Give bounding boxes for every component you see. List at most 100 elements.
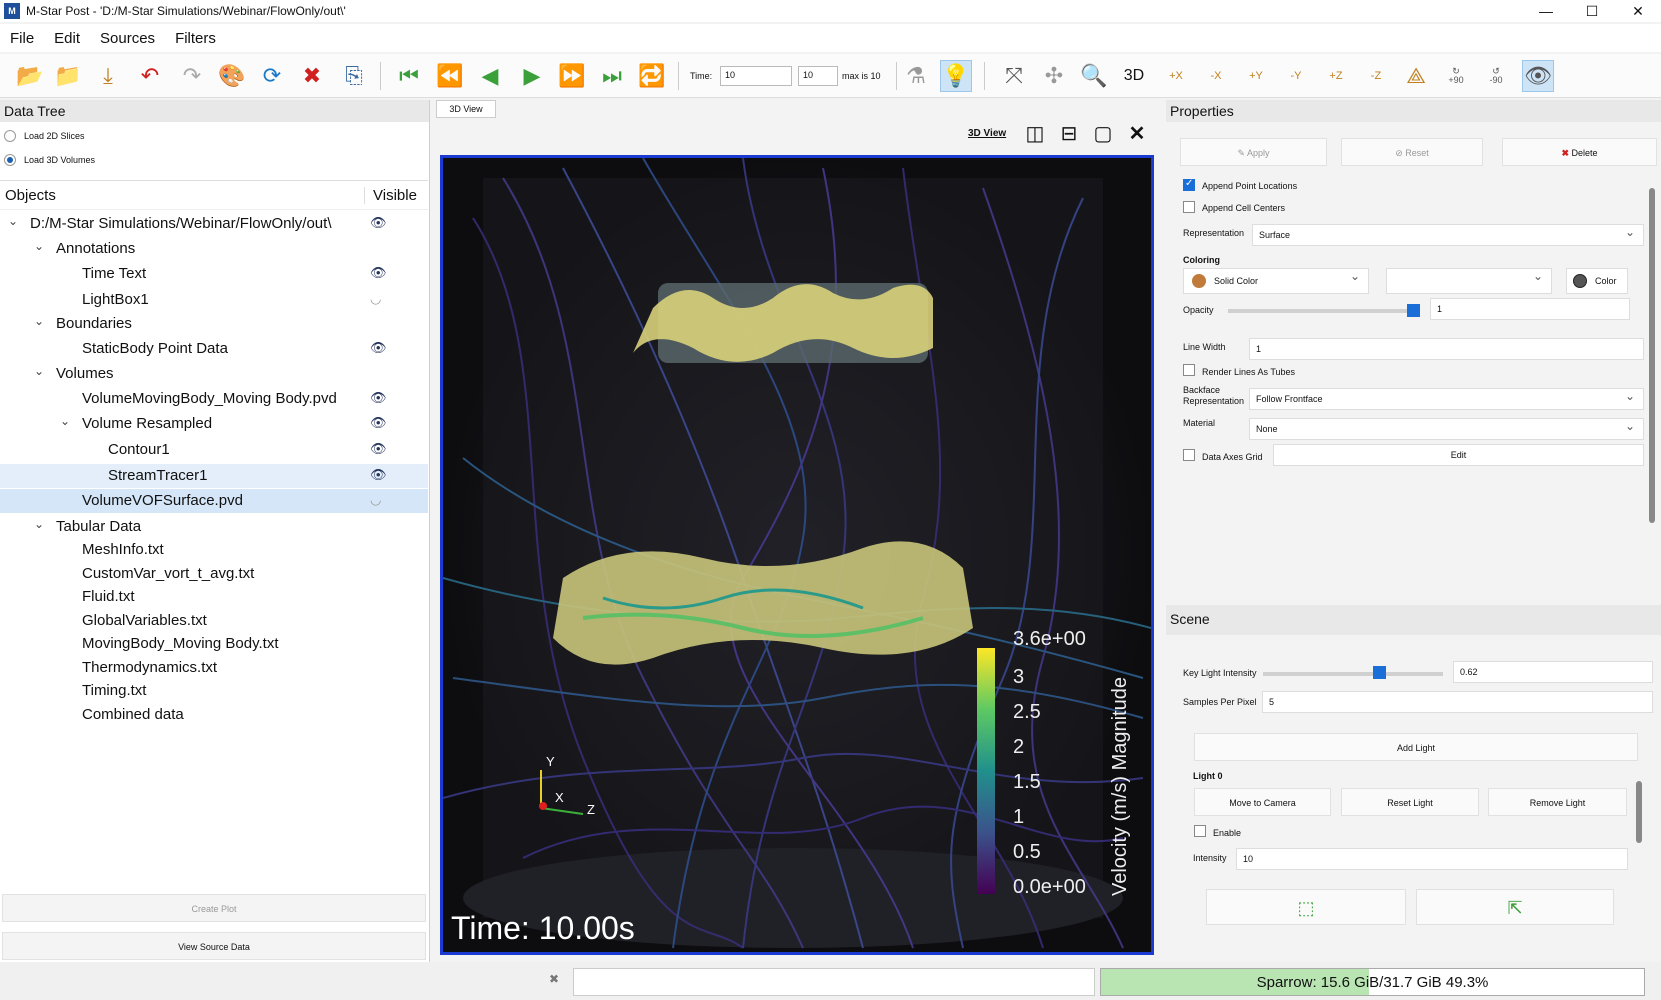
reset-light-button[interactable]: Reset Light [1341,788,1479,816]
opacity-slider-handle[interactable] [1407,304,1420,317]
tree-item-streamtracer[interactable]: StreamTracer1 👁 [0,464,428,488]
chevron-down-icon[interactable]: ⌄ [34,314,44,328]
refresh-icon[interactable]: ⟳ [256,60,288,92]
coloring-array-select[interactable] [1386,268,1552,294]
chevron-down-icon[interactable]: ⌄ [34,517,44,531]
properties-scrollbar[interactable] [1649,188,1655,523]
tree-item-meshinfo[interactable]: MeshInfo.txt [0,538,428,562]
menu-sources[interactable]: Sources [90,30,165,47]
reset-button[interactable]: ⊘ Reset [1341,138,1483,166]
chevron-down-icon[interactable]: ⌄ [60,414,70,428]
samples-per-pixel-input[interactable]: 5 [1262,691,1653,713]
time-input[interactable]: 10 [720,66,792,86]
menu-file[interactable]: File [0,30,44,47]
rotate-plus-90-button[interactable]: ↻ +90 [1440,60,1472,92]
opacity-input[interactable]: 1 [1430,298,1630,320]
load-2d-radio[interactable]: Load 2D Slices [0,124,429,148]
material-select[interactable]: None [1249,418,1644,440]
rotate-minus-90-button[interactable]: ↺ -90 [1480,60,1512,92]
loop-icon[interactable]: 🔁 [636,60,668,92]
view-source-data-button[interactable]: View Source Data [2,932,426,960]
eye-icon[interactable]: 👁 [370,441,387,457]
eye-icon[interactable]: 👁 [370,415,387,431]
view-minus-y-button[interactable]: -Y [1280,60,1312,92]
export-icon[interactable]: ⎘ [338,60,370,92]
edit-button[interactable]: Edit [1273,444,1644,466]
add-light-button[interactable]: Add Light [1194,733,1638,761]
isometric-icon[interactable]: ⟁ [1400,60,1432,92]
tab-3d-view[interactable]: 3D View [436,100,496,118]
select-cursor-icon[interactable]: ⬚ [1206,889,1406,925]
download-icon[interactable]: ⤓ [92,60,124,92]
chevron-down-icon[interactable]: ⌄ [34,239,44,253]
tree-item-volume-resampled[interactable]: ⌄ Volume Resampled 👁 [0,412,428,436]
tree-item-root[interactable]: ⌄ D:/M-Star Simulations/Webinar/FlowOnly… [0,212,428,236]
remove-light-button[interactable]: Remove Light [1488,788,1627,816]
fit-view-icon[interactable]: ⤧ [998,60,1030,92]
view-plus-x-button[interactable]: +X [1160,60,1192,92]
play-backward-icon[interactable]: ◀ [474,60,506,92]
key-light-input[interactable]: 0.62 [1453,661,1653,683]
backface-select[interactable]: Follow Frontface [1249,388,1644,410]
eye-icon[interactable]: 👁 [370,467,387,483]
first-frame-icon[interactable]: ⏮ [393,60,425,92]
menu-edit[interactable]: Edit [44,30,90,47]
coloring-select[interactable]: Solid Color [1183,268,1369,294]
eye-icon[interactable]: 👁 [370,265,387,281]
tree-item-time-text[interactable]: Time Text 👁 [0,262,428,286]
view-plus-z-button[interactable]: +Z [1320,60,1352,92]
undo-icon[interactable]: ↶ [134,60,166,92]
render-tubes-checkbox[interactable] [1183,364,1195,376]
create-plot-button[interactable]: Create Plot [2,894,426,922]
tree-item-staticbody[interactable]: StaticBody Point Data 👁 [0,337,428,361]
scene-scrollbar[interactable] [1636,781,1642,843]
color-button[interactable]: Color [1566,268,1628,294]
eye-closed-icon[interactable]: ◡ [370,492,381,508]
tree-item-combined[interactable]: Combined data [0,703,428,727]
key-light-slider[interactable] [1263,672,1443,676]
tree-item-timing[interactable]: Timing.txt [0,679,428,703]
tree-item-thermodynamics[interactable]: Thermodynamics.txt [0,656,428,680]
tree-item-contour[interactable]: Contour1 👁 [0,438,428,462]
step-back-icon[interactable]: ⏪ [434,60,466,92]
render-viewport[interactable]: 3.6e+00 3 2.5 2 1.5 1 0.5 0.0e+00 Veloci… [440,155,1154,955]
eye-icon[interactable]: 👁 [370,340,387,356]
opacity-slider[interactable] [1228,309,1408,313]
close-view-icon[interactable]: ✕ [1124,122,1150,148]
select-arrow-icon[interactable]: ⇱ [1416,889,1614,925]
objects-column-header[interactable]: Objects [5,187,56,204]
split-vertical-icon[interactable]: ⊟ [1056,122,1082,148]
shrink-view-icon[interactable]: ✣ [1038,60,1070,92]
view-minus-x-button[interactable]: -X [1200,60,1232,92]
visible-column-header[interactable]: Visible [364,187,417,204]
key-light-slider-handle[interactable] [1373,666,1386,679]
zoom-box-icon[interactable]: 🔍 [1078,60,1110,92]
palette-icon[interactable]: 🎨 [216,60,248,92]
apply-button[interactable]: ✎ Apply [1180,138,1327,166]
tree-item-lightbox[interactable]: LightBox1 ◡ [0,288,428,312]
step-input[interactable]: 10 [798,66,838,86]
close-button[interactable]: ✕ [1615,0,1661,22]
eye-icon[interactable]: 👁 [370,215,387,231]
menu-filters[interactable]: Filters [165,30,226,47]
last-frame-icon[interactable]: ⏭ [596,60,628,92]
open-folder-icon[interactable]: 📂 [14,60,46,92]
maximize-button[interactable]: ☐ [1569,0,1615,22]
enable-light-checkbox[interactable] [1194,825,1206,837]
intensity-input[interactable]: 10 [1236,848,1628,870]
tree-item-globalvariables[interactable]: GlobalVariables.txt [0,609,428,633]
line-width-input[interactable]: 1 [1249,338,1644,360]
eye-closed-icon[interactable]: ◡ [370,291,381,307]
tree-item-boundaries[interactable]: ⌄ Boundaries [0,312,428,336]
play-icon[interactable]: ▶ [516,60,548,92]
append-point-checkbox[interactable] [1183,178,1195,191]
representation-select[interactable]: Surface [1252,224,1644,246]
view-plus-y-button[interactable]: +Y [1240,60,1272,92]
append-cell-checkbox[interactable] [1183,201,1195,213]
split-horizontal-icon[interactable]: ◫ [1022,122,1048,148]
delete-button[interactable]: ✖ Delete [1502,138,1657,166]
redo-icon[interactable]: ↷ [176,60,208,92]
view-3d-button[interactable]: 3D [1118,60,1150,92]
tree-item-tabular-data[interactable]: ⌄ Tabular Data [0,515,428,539]
load-3d-radio[interactable]: Load 3D Volumes [0,148,429,172]
